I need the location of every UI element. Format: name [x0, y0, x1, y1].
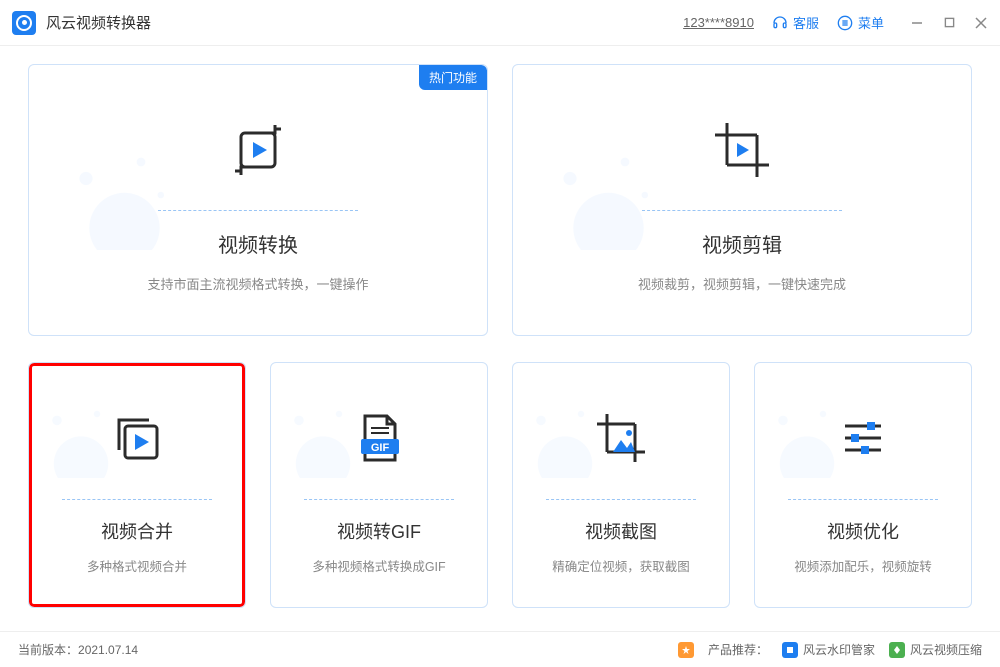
headset-icon	[772, 15, 788, 31]
card-desc: 多种格式视频合并	[87, 556, 187, 575]
decoration-dots-icon	[548, 140, 658, 250]
gif-file-icon: GIF	[349, 408, 409, 468]
card-desc: 支持市面主流视频格式转换，一键操作	[147, 274, 368, 293]
app-title: 风云视频转换器	[46, 12, 683, 33]
sliders-icon	[833, 408, 893, 468]
close-icon	[975, 17, 987, 29]
card-video-screenshot[interactable]: 视频截图 精确定位视频，获取截图	[512, 362, 730, 608]
convert-icon	[223, 115, 293, 185]
decoration-dots-icon	[763, 398, 843, 478]
card-desc: 视频添加配乐，视频旋转	[794, 556, 932, 575]
main-content: 热门功能 视频转换 支持市面主流视频格式转换，一键操作	[0, 46, 1000, 631]
card-video-edit[interactable]: 视频剪辑 视频裁剪，视频剪辑，一键快速完成	[512, 64, 972, 336]
decoration-dots-icon	[521, 398, 601, 478]
card-title: 视频合并	[101, 518, 173, 544]
divider	[546, 499, 696, 500]
app-logo-icon	[12, 11, 36, 35]
divider	[788, 499, 938, 500]
decoration-dots-icon	[279, 398, 359, 478]
support-button[interactable]: 客服	[772, 13, 819, 32]
recommend-icon	[678, 642, 694, 658]
minimize-button[interactable]	[910, 16, 924, 30]
card-title: 视频优化	[827, 518, 899, 544]
card-title: 视频转换	[218, 229, 298, 258]
card-video-optimize[interactable]: 视频优化 视频添加配乐，视频旋转	[754, 362, 972, 608]
card-title: 视频转GIF	[337, 518, 421, 544]
product1-icon	[782, 642, 798, 658]
hot-badge: 热门功能	[419, 65, 487, 90]
card-title: 视频截图	[585, 518, 657, 544]
menu-label: 菜单	[858, 13, 884, 32]
titlebar: 风云视频转换器 123****8910 客服 菜单	[0, 0, 1000, 46]
minimize-icon	[911, 17, 923, 29]
maximize-icon	[944, 17, 955, 28]
decoration-dots-icon	[64, 140, 174, 250]
card-title: 视频剪辑	[702, 229, 782, 258]
footer: 当前版本： 2021.07.14 产品推荐： 风云水印管家 风云视频压缩	[0, 631, 1000, 667]
divider	[62, 499, 212, 500]
product2-label: 风云视频压缩	[910, 641, 982, 658]
screenshot-icon	[591, 408, 651, 468]
card-video-convert[interactable]: 热门功能 视频转换 支持市面主流视频格式转换，一键操作	[28, 64, 488, 336]
product1-label: 风云水印管家	[803, 641, 875, 658]
version-label: 当前版本：	[18, 641, 78, 658]
merge-icon	[107, 408, 167, 468]
card-video-gif[interactable]: GIF 视频转GIF 多种视频格式转换成GIF	[270, 362, 488, 608]
decoration-dots-icon	[37, 398, 117, 478]
svg-text:GIF: GIF	[371, 442, 390, 454]
maximize-button[interactable]	[942, 16, 956, 30]
card-video-merge[interactable]: 视频合并 多种格式视频合并	[28, 362, 246, 608]
divider	[158, 210, 358, 211]
menu-list-icon	[837, 15, 853, 31]
product-link-compress[interactable]: 风云视频压缩	[889, 641, 982, 658]
card-desc: 精确定位视频，获取截图	[552, 556, 690, 575]
card-desc: 视频裁剪，视频剪辑，一键快速完成	[638, 274, 846, 293]
product-link-watermark[interactable]: 风云水印管家	[782, 641, 875, 658]
menu-button[interactable]: 菜单	[837, 13, 884, 32]
recommend-label: 产品推荐：	[708, 641, 768, 658]
close-button[interactable]	[974, 16, 988, 30]
divider	[642, 210, 842, 211]
card-desc: 多种视频格式转换成GIF	[312, 556, 445, 575]
support-label: 客服	[793, 13, 819, 32]
version-value: 2021.07.14	[78, 643, 138, 657]
user-id-link[interactable]: 123****8910	[683, 15, 754, 30]
divider	[304, 499, 454, 500]
product2-icon	[889, 642, 905, 658]
crop-icon	[707, 115, 777, 185]
